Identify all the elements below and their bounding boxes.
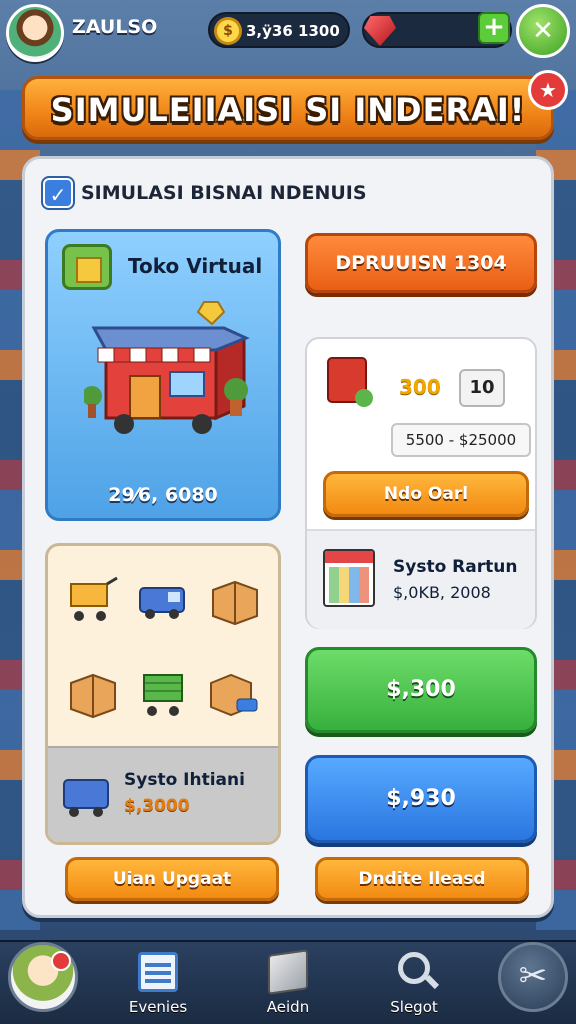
buy-button[interactable]: Ndo Oarl [323,471,529,517]
blue-price-button[interactable]: $,930 [305,755,537,843]
tools-button[interactable]: ✂ [498,942,568,1012]
top-action-button[interactable]: DPRUUISN 1304 [305,233,537,293]
price-range-field[interactable]: 5500 - $25000 [391,423,531,457]
van-icon[interactable] [127,554,198,647]
report-value: $,0KB, 2008 [393,583,491,602]
product-icon [327,357,373,407]
settings-button[interactable]: ✕ [516,4,570,58]
nav-item-stock[interactable]: Aeidn [240,948,336,1022]
shop-illustration [84,301,250,434]
bottom-nav: Evenies Aeidn Slegot ✂ [0,940,576,1024]
nav-item-events[interactable]: Evenies [110,948,206,1022]
trade-card: 300 10 5500 - $25000 Ndo Oarl Systo Rart… [305,337,537,629]
panel-header-text: SIMULASI BISNAI NDENUIS [81,182,367,204]
top-bar: ZAULSO $ 3,ÿ36 1300 + ✕ [0,0,576,66]
truck-icon [63,779,109,817]
virtual-shop-card[interactable]: Toko Virtual 29⁄6, 6080 [45,229,281,521]
inventory-grid [56,554,270,740]
quantity-field[interactable]: 10 [459,369,505,407]
shop-icon [62,244,112,290]
title-banner: SIMULEIIAISI SI INDERAI! [22,76,554,140]
gem-icon [364,16,396,46]
upgrade-button[interactable]: Uian Upgaat [65,857,279,901]
coin-icon: $ [214,17,242,45]
inventory-title: Systo Ihtiani [124,770,245,790]
box-delivery-icon[interactable] [199,647,270,740]
search-icon [398,952,430,984]
cart-icon[interactable] [56,554,127,647]
calendar-icon [323,549,375,607]
check-icon: ✓ [43,178,73,208]
favorite-icon[interactable]: ★ [528,70,568,110]
panel-header: ✓ SIMULASI BISNAI NDENUIS [43,177,367,209]
box-icon[interactable] [56,647,127,740]
shopping-cart-icon[interactable] [127,647,198,740]
box-icon[interactable] [199,554,270,647]
events-icon [138,952,178,992]
profile-avatar-button[interactable] [8,942,78,1012]
inventory-footer: Systo Ihtiani $,3000 [48,746,278,842]
shop-title: Toko Virtual [128,254,263,278]
report-section[interactable]: Systo Rartun $,0KB, 2008 [307,531,535,629]
stock-icon [268,949,308,995]
coin-value: 3,ÿ36 1300 [246,22,340,40]
nav-item-search[interactable]: Slegot [366,948,462,1022]
green-price-button[interactable]: $,300 [305,647,537,733]
main-panel: ✓ SIMULASI BISNAI NDENUIS Toko Virtual 2… [22,156,554,918]
release-button[interactable]: Dndite Ileasd [315,857,529,901]
coin-counter: $ 3,ÿ36 1300 [208,12,350,48]
nav-label-events: Evenies [128,998,188,1016]
shop-value: 29⁄6, 6080 [108,484,218,506]
add-currency-button[interactable]: + [478,12,510,44]
trade-price: 300 [399,375,441,399]
page-title: SIMULEIIAISI SI INDERAI! [50,91,526,129]
nav-label-stock: Aeidn [266,998,310,1016]
report-title: Systo Rartun [393,557,518,577]
player-name: ZAULSO [72,16,158,38]
inventory-card[interactable]: Systo Ihtiani $,3000 [45,543,281,845]
player-avatar[interactable] [6,4,64,62]
inventory-price: $,3000 [124,796,190,816]
nav-label-search: Slegot [390,998,438,1016]
